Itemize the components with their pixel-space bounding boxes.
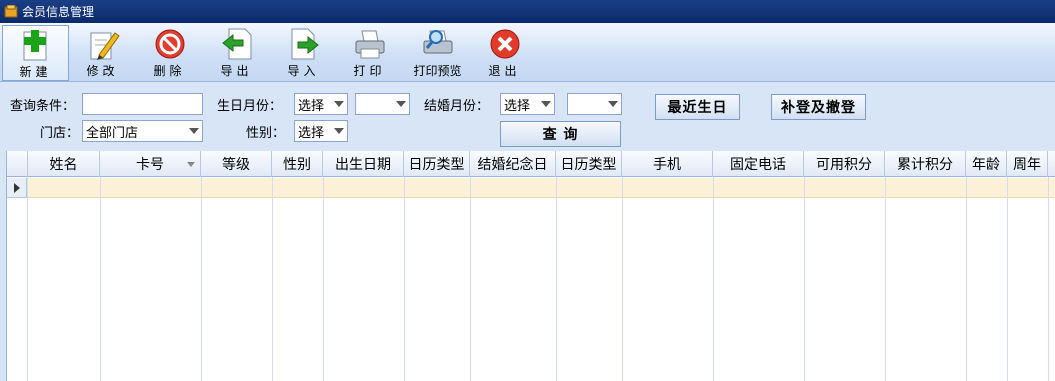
app-icon [4, 5, 18, 18]
column-divider [713, 177, 714, 381]
col-total-points[interactable]: 累计积分 [885, 151, 966, 177]
print-preview-button[interactable]: 打印预览 [410, 25, 465, 81]
birthday-month-select[interactable]: 选择 [294, 93, 348, 115]
store-label: 门店： [40, 126, 80, 141]
col-available-points[interactable]: 可用积分 [804, 151, 885, 177]
import-button[interactable]: 导入 [281, 25, 326, 81]
query-label: 查询条件： [10, 99, 76, 114]
chevron-down-icon [189, 128, 199, 134]
gender-select[interactable]: 选择 [294, 120, 348, 142]
col-birth-date[interactable]: 出生日期 [323, 151, 404, 177]
exit-button[interactable]: 退出 [482, 25, 527, 81]
column-divider [201, 177, 202, 381]
wedding-month-select-value: 选择 [504, 98, 531, 114]
row-indicator[interactable] [7, 178, 27, 198]
title-bar: 会员信息管理 [0, 0, 1055, 23]
chevron-down-icon [608, 101, 618, 107]
sort-icon [187, 162, 195, 167]
store-value: 全部门店 [86, 125, 139, 141]
column-divider [470, 177, 471, 381]
column-divider [272, 177, 273, 381]
current-row-icon [14, 183, 20, 193]
column-divider [404, 177, 405, 381]
exit-label: 退出 [488, 64, 521, 78]
search-button[interactable]: 查 询 [500, 121, 621, 147]
print-label: 打印 [353, 64, 386, 78]
new-label: 新建 [19, 65, 52, 79]
window-title: 会员信息管理 [22, 5, 95, 19]
col-card-no[interactable]: 卡号 [100, 151, 201, 177]
table-row[interactable] [27, 178, 1055, 198]
row-header-corner [7, 151, 28, 177]
printer-icon [355, 30, 384, 59]
makeup-register-button[interactable]: 补登及撤登 [771, 94, 866, 120]
column-divider [1048, 177, 1049, 381]
column-divider [804, 177, 805, 381]
import-icon [291, 28, 319, 60]
export-button[interactable]: 导出 [214, 25, 259, 81]
wedding-month-select[interactable]: 选择 [500, 93, 555, 115]
delete-icon [155, 29, 184, 59]
wedding-month-label: 结婚月份： [424, 99, 490, 114]
birthday-month-value-select[interactable] [355, 93, 410, 115]
col-name[interactable]: 姓名 [28, 151, 100, 177]
column-divider [27, 177, 28, 381]
export-icon [221, 28, 251, 60]
col-card-no-label: 卡号 [136, 157, 164, 173]
gender-label: 性别： [246, 126, 286, 141]
col-landline[interactable]: 固定电话 [713, 151, 804, 177]
edit-icon [90, 32, 120, 60]
new-button[interactable]: 新建 [2, 25, 69, 81]
chevron-down-icon [334, 101, 344, 107]
col-wedding-anniversary[interactable]: 结婚纪念日 [470, 151, 556, 177]
wedding-month-value-select[interactable] [567, 93, 622, 115]
export-label: 导出 [220, 64, 253, 78]
print-preview-label: 打印预览 [413, 64, 462, 78]
store-select[interactable]: 全部门店 [82, 120, 203, 142]
import-label: 导入 [287, 64, 320, 78]
col-gender[interactable]: 性别 [272, 151, 323, 177]
column-divider [1007, 177, 1008, 381]
column-divider [966, 177, 967, 381]
filter-panel: 查询条件： 门店： 全部门店 生日月份： 选择 性别： 选择 结婚月份： 选择 … [0, 83, 1055, 151]
col-calendar-type[interactable]: 日历类型 [404, 151, 470, 177]
plus-icon [23, 30, 46, 61]
birthday-month-label: 生日月份： [217, 99, 283, 114]
delete-button[interactable]: 删除 [147, 25, 192, 81]
col-level[interactable]: 等级 [201, 151, 272, 177]
column-divider [323, 177, 324, 381]
delete-label: 删除 [153, 64, 186, 78]
toolbar: 新建 修改 删除 导出 导入 打印 打印预览 退出 [0, 23, 1055, 82]
chevron-down-icon [396, 101, 406, 107]
column-divider [556, 177, 557, 381]
col-mobile[interactable]: 手机 [622, 151, 713, 177]
gender-select-value: 选择 [298, 125, 325, 141]
edit-button[interactable]: 修改 [80, 25, 125, 81]
table-header: 姓名 卡号 等级 性别 出生日期 日历类型 结婚纪念日 日历类型 手机 固定电话… [7, 151, 1055, 177]
exit-icon [490, 29, 519, 59]
edit-label: 修改 [86, 64, 119, 78]
birthday-month-select-value: 选择 [298, 98, 325, 114]
col-anniversary-years[interactable]: 周年 [1007, 151, 1048, 177]
chevron-down-icon [541, 101, 551, 107]
col-calendar-type-2[interactable]: 日历类型 [556, 151, 622, 177]
member-table: 姓名 卡号 等级 性别 出生日期 日历类型 结婚纪念日 日历类型 手机 固定电话… [6, 151, 1055, 381]
col-age[interactable]: 年龄 [966, 151, 1007, 177]
column-divider [885, 177, 886, 381]
recent-birthday-button[interactable]: 最近生日 [655, 94, 740, 120]
column-divider [100, 177, 101, 381]
query-input[interactable] [82, 93, 203, 115]
print-preview-icon [423, 30, 452, 54]
print-button[interactable]: 打印 [347, 25, 392, 81]
chevron-down-icon [334, 128, 344, 134]
column-divider [622, 177, 623, 381]
